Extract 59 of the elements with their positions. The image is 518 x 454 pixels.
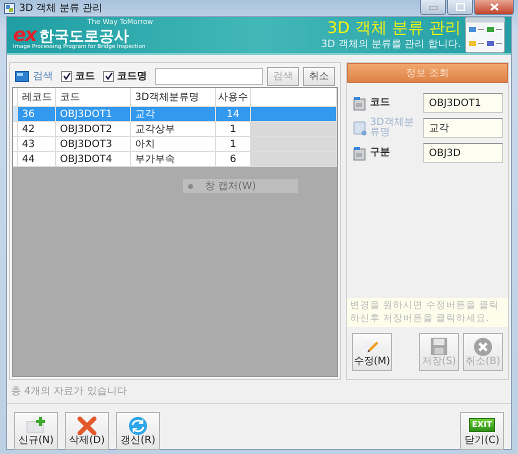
table-cell[interactable]: 교각상부 — [131, 122, 216, 137]
column-header: 사용수 — [216, 88, 251, 106]
table-cell[interactable]: 아치 — [131, 137, 216, 152]
minimize-icon — [428, 4, 438, 10]
logo-mark: ex — [13, 26, 36, 46]
table-cell[interactable]: OBJ3DOT2 — [56, 122, 131, 137]
search-button[interactable]: 취소 — [303, 66, 335, 86]
table-cell[interactable]: 43 — [18, 137, 56, 152]
menu-label: 창 캡처(W) — [205, 180, 256, 194]
delete-icon — [75, 416, 99, 435]
bullet-icon — [188, 184, 193, 188]
search-field[interactable] — [155, 68, 263, 84]
close-button[interactable] — [474, 0, 514, 15]
action-button[interactable]: 갱신(R) — [116, 412, 160, 450]
checkbox-label: 코드 — [75, 70, 95, 84]
company-name: 한국도로공사 — [39, 28, 130, 44]
check-icon — [104, 72, 112, 80]
table-cell[interactable]: 1 — [216, 122, 251, 137]
close-icon — [490, 3, 498, 11]
field-label: 구분 — [370, 148, 391, 158]
search-icon — [15, 70, 29, 82]
table-cell[interactable] — [251, 122, 337, 137]
minimize-button[interactable] — [420, 0, 446, 15]
table-cell[interactable] — [251, 137, 337, 152]
hint-text: 변경을 원하시면 수정버튼을 클릭하신후 저장버튼을 클릭하세요. — [347, 298, 508, 327]
table-cell[interactable]: OBJ3DOT3 — [56, 137, 131, 152]
close-button[interactable]: EXIT 닫기(C) — [460, 412, 504, 450]
maximize-button[interactable] — [447, 0, 473, 15]
banner-subtitle: 3D 객체의 분류를 관리 합니다. — [321, 38, 461, 52]
action-button[interactable]: 수정(M) — [352, 333, 392, 371]
maximize-icon — [456, 3, 464, 11]
table-cell[interactable]: 6 — [216, 152, 251, 167]
banner-title: 3D 객체 분류 관리 — [326, 18, 461, 38]
checkbox[interactable] — [103, 70, 114, 82]
text-field[interactable]: OBJ3D — [423, 143, 503, 163]
table-cell[interactable]: 42 — [18, 122, 56, 137]
checkbox-label: 코드명 — [117, 70, 147, 84]
table-cell[interactable] — [251, 107, 337, 122]
exit-icon: EXIT — [468, 418, 496, 432]
add-document-icon — [24, 416, 48, 435]
cancel-icon — [471, 337, 495, 356]
table-cell[interactable]: OBJ3DOT4 — [56, 152, 131, 167]
table-cell[interactable]: 부가부속 — [131, 152, 216, 167]
app-icon — [4, 2, 15, 14]
panel-header: 정보 조회 — [347, 63, 508, 83]
action-button[interactable]: 삭제(D) — [65, 412, 109, 450]
search-label: 검색 — [33, 70, 53, 84]
table-cell[interactable]: 1 — [216, 137, 251, 152]
field-label: 3D객체분류명 — [370, 118, 416, 138]
refresh-icon — [126, 416, 150, 435]
table-cell[interactable]: 44 — [18, 152, 56, 167]
window-title: 3D 객체 분류 관리 — [19, 2, 103, 16]
check-icon — [62, 72, 70, 80]
action-button[interactable]: 신규(N) — [14, 412, 58, 450]
text-field[interactable]: OBJ3DOT1 — [423, 93, 503, 113]
table-cell[interactable] — [251, 152, 337, 167]
checkbox[interactable] — [61, 70, 72, 82]
field-label: 코드 — [370, 98, 391, 108]
status-text: 총 4개의 자료가 있습니다 — [10, 385, 128, 399]
